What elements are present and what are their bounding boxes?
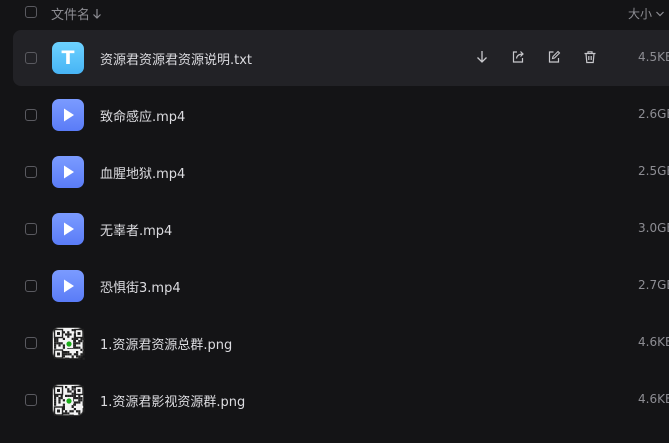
select-all-checkbox[interactable] (25, 6, 37, 18)
file-size: 4.6KB (638, 335, 669, 349)
file-row[interactable]: T 资源君资源君资源说明.txt 4.5KB (13, 30, 669, 86)
row-checkbox[interactable] (25, 280, 37, 292)
share-icon[interactable] (509, 48, 527, 66)
file-row[interactable]: 致命感应.mp4 2.6GB (13, 87, 669, 143)
qr-code-thumbnail-icon (52, 384, 85, 417)
row-checkbox[interactable] (25, 223, 37, 235)
file-size: 4.6KB (638, 392, 669, 406)
row-actions (473, 48, 599, 66)
file-name[interactable]: 1.资源君资源总群.png (100, 334, 232, 353)
row-checkbox[interactable] (25, 394, 37, 406)
file-list-header: 文件名 大小 (0, 0, 669, 26)
sort-by-filename[interactable]: 文件名 (51, 4, 102, 23)
file-row[interactable]: 1.资源君影视资源群.png 4.6KB (13, 372, 669, 428)
chevron-down-icon (656, 11, 664, 16)
file-name[interactable]: 血腥地狱.mp4 (100, 163, 185, 182)
row-checkbox[interactable] (25, 166, 37, 178)
video-file-icon (52, 213, 84, 245)
row-checkbox[interactable] (25, 109, 37, 121)
row-checkbox[interactable] (25, 52, 37, 64)
video-file-icon (52, 99, 84, 131)
video-file-icon (52, 270, 84, 302)
file-name[interactable]: 1.资源君影视资源群.png (100, 391, 245, 410)
file-row[interactable]: 血腥地狱.mp4 2.5GB (13, 144, 669, 200)
size-column-label: 大小 (628, 7, 653, 21)
arrow-down-icon (93, 8, 101, 19)
row-checkbox[interactable] (25, 337, 37, 349)
download-icon[interactable] (473, 48, 491, 66)
filename-column-label: 文件名 (51, 8, 91, 23)
file-row[interactable]: 恐惧街3.mp4 2.7GB (13, 258, 669, 314)
file-name[interactable]: 无辜者.mp4 (100, 220, 172, 239)
file-row[interactable]: 无辜者.mp4 3.0GB (13, 201, 669, 257)
file-name[interactable]: 资源君资源君资源说明.txt (100, 49, 252, 68)
file-size: 2.5GB (638, 164, 669, 178)
file-name[interactable]: 恐惧街3.mp4 (100, 277, 181, 296)
file-size: 3.0GB (638, 221, 669, 235)
text-file-icon: T (52, 42, 84, 74)
file-name[interactable]: 致命感应.mp4 (100, 106, 185, 125)
file-size: 2.6GB (638, 107, 669, 121)
file-row[interactable]: 1.资源君资源总群.png 4.6KB (13, 315, 669, 371)
file-size: 2.7GB (638, 278, 669, 292)
file-size: 4.5KB (638, 50, 669, 64)
sort-by-size[interactable]: 大小 (628, 5, 665, 22)
edit-icon[interactable] (545, 48, 563, 66)
delete-icon[interactable] (581, 48, 599, 66)
video-file-icon (52, 156, 84, 188)
qr-code-thumbnail-icon (52, 327, 85, 360)
